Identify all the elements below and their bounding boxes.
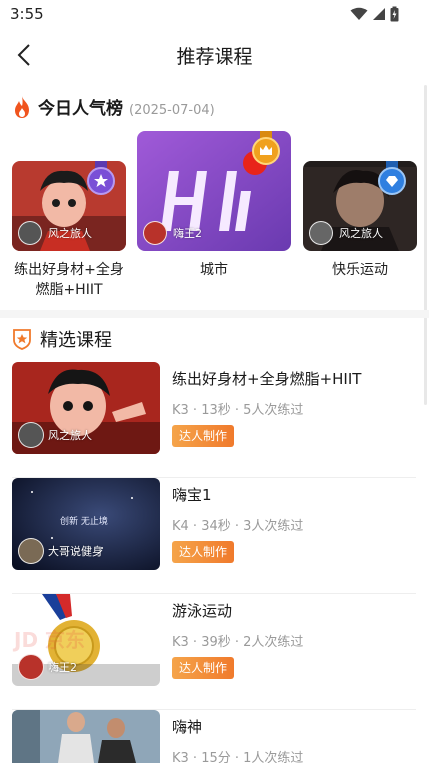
cover-image bbox=[12, 710, 160, 763]
author-name: 风之旅人 bbox=[48, 227, 92, 240]
creator-badge: 达人制作 bbox=[172, 541, 235, 563]
card-author: 风之旅人 bbox=[309, 221, 383, 245]
ranking-card-1[interactable]: 风之旅人 bbox=[12, 161, 126, 251]
featured-shield-icon bbox=[13, 329, 31, 350]
avatar bbox=[18, 654, 44, 680]
course-title: 嗨宝1 bbox=[172, 486, 212, 504]
course-item-3[interactable]: JD 京东 嗨王2 游泳运动 K3 · 39秒 · 2人次练过 达人制作 bbox=[12, 594, 416, 710]
course-item-1[interactable]: 风之旅人 练出好身材+全身燃脂+HIIT K3 · 13秒 · 5人次练过 达人… bbox=[12, 362, 416, 478]
course-title: 嗨神 bbox=[172, 718, 203, 736]
ranking-label-2[interactable]: 城市 bbox=[137, 260, 291, 280]
popularity-ranking-section: 今日人气榜 (2025-07-04) 风之旅人 练出好身材+全身燃脂+HIIT bbox=[0, 84, 429, 310]
fire-icon bbox=[15, 95, 29, 118]
course-title: 练出好身材+全身燃脂+HIIT bbox=[172, 370, 362, 388]
cover-caption: 创新 无止境 bbox=[60, 517, 108, 527]
card-author: 嗨王2 bbox=[143, 221, 202, 245]
course-cover: 风之旅人 bbox=[12, 362, 160, 454]
rank-2-medal-icon bbox=[87, 161, 115, 195]
author-name: 风之旅人 bbox=[48, 429, 92, 442]
wifi-icon bbox=[350, 7, 368, 20]
course-cover bbox=[12, 710, 160, 763]
rank-3-medal-icon bbox=[378, 161, 406, 195]
author-name: 大哥说健身 bbox=[48, 545, 103, 558]
author-name: 风之旅人 bbox=[339, 227, 383, 240]
status-bar: 3:55 bbox=[0, 0, 429, 32]
course-author: 嗨王2 bbox=[18, 654, 77, 680]
featured-title: 精选课程 bbox=[40, 330, 112, 351]
ranking-title: 今日人气榜 bbox=[38, 99, 123, 119]
signal-icon bbox=[373, 8, 385, 20]
course-cover: JD 京东 嗨王2 bbox=[12, 594, 160, 686]
watermark-text: JD 京东 bbox=[14, 628, 86, 652]
app-header: 推荐课程 bbox=[0, 32, 429, 78]
course-author: 风之旅人 bbox=[18, 422, 92, 448]
avatar bbox=[18, 422, 44, 448]
avatar bbox=[18, 221, 42, 245]
course-item-2[interactable]: 创新 无止境 大哥说健身 嗨宝1 K4 · 34秒 · 3人次练过 达人制作 bbox=[12, 478, 416, 594]
rank-1-medal-icon bbox=[252, 131, 280, 165]
author-name: 嗨王2 bbox=[48, 661, 77, 674]
ranking-date: (2025-07-04) bbox=[129, 103, 215, 118]
avatar bbox=[143, 221, 167, 245]
status-time: 3:55 bbox=[10, 5, 44, 23]
card-author: 风之旅人 bbox=[18, 221, 92, 245]
page-title: 推荐课程 bbox=[176, 46, 253, 68]
battery-charging-icon bbox=[390, 6, 399, 22]
avatar bbox=[309, 221, 333, 245]
course-item-4[interactable]: 嗨神 K3 · 15分 · 1人次练过 bbox=[12, 710, 416, 763]
course-title: 游泳运动 bbox=[172, 602, 233, 620]
course-meta: K4 · 34秒 · 3人次练过 bbox=[172, 519, 304, 534]
avatar bbox=[18, 538, 44, 564]
course-meta: K3 · 13秒 · 5人次练过 bbox=[172, 403, 304, 418]
featured-header: 精选课程 bbox=[12, 326, 112, 352]
status-icons bbox=[350, 6, 399, 22]
author-name: 嗨王2 bbox=[173, 227, 202, 240]
ranking-card-2[interactable]: 嗨王2 bbox=[137, 131, 291, 251]
ranking-label-1[interactable]: 练出好身材+全身燃脂+HIIT bbox=[8, 260, 130, 300]
course-author: 大哥说健身 bbox=[18, 538, 103, 564]
ranking-card-3[interactable]: 风之旅人 bbox=[303, 161, 417, 251]
ranking-label-3[interactable]: 快乐运动 bbox=[303, 260, 417, 280]
section-divider bbox=[0, 310, 429, 318]
creator-badge: 达人制作 bbox=[172, 657, 235, 679]
ranking-header: 今日人气榜 (2025-07-04) bbox=[12, 94, 215, 119]
course-cover: 创新 无止境 大哥说健身 bbox=[12, 478, 160, 570]
course-meta: K3 · 39秒 · 2人次练过 bbox=[172, 635, 304, 650]
creator-badge: 达人制作 bbox=[172, 425, 235, 447]
course-meta: K3 · 15分 · 1人次练过 bbox=[172, 751, 304, 763]
